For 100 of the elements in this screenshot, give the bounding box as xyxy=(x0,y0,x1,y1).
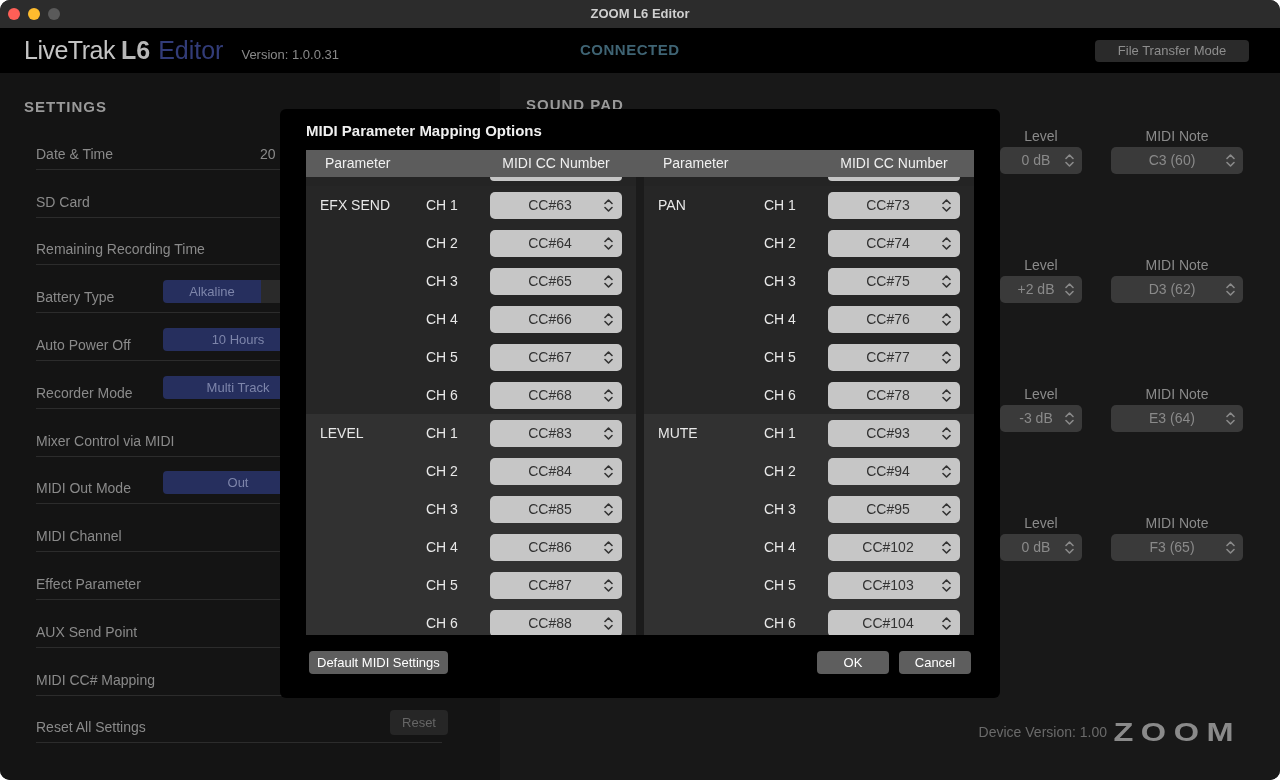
chevron-up-down-icon xyxy=(1065,282,1074,297)
cc-select[interactable]: CC#77 xyxy=(828,343,960,371)
channel-label: CH 4 xyxy=(764,539,796,555)
chevron-up-down-icon xyxy=(604,349,613,365)
cc-select[interactable]: CC#87 xyxy=(490,571,622,599)
window-title: ZOOM L6 Editor xyxy=(590,5,690,24)
channel-label: CH 5 xyxy=(426,577,458,593)
chevron-up-down-icon xyxy=(942,387,951,403)
cc-select[interactable]: CC#103 xyxy=(828,571,960,599)
cc-select[interactable]: CC#102 xyxy=(828,533,960,561)
file-transfer-button[interactable]: File Transfer Mode xyxy=(1095,39,1249,62)
channel-label: CH 5 xyxy=(764,577,796,593)
version-label: Version: 1.0.0.31 xyxy=(241,45,339,64)
chevron-up-down-icon xyxy=(942,235,951,251)
cc-select[interactable]: CC#94 xyxy=(828,457,960,485)
chevron-up-down-icon xyxy=(942,539,951,555)
channel-label: CH 3 xyxy=(764,273,796,289)
app-name: LiveTrak xyxy=(24,34,115,66)
chevron-up-down-icon xyxy=(604,235,613,251)
setting-label: Date & Time xyxy=(36,144,114,163)
chevron-up-down-icon xyxy=(604,615,613,631)
setting-label: AUX Send Point xyxy=(36,622,138,641)
chevron-up-down-icon xyxy=(942,615,951,631)
chevron-up-down-icon xyxy=(1226,411,1235,426)
chevron-up-down-icon xyxy=(942,463,951,479)
close-icon[interactable] xyxy=(8,8,20,20)
chevron-up-down-icon xyxy=(604,197,613,213)
cc-select[interactable]: CC#65 xyxy=(490,267,622,295)
column-header: Parameter xyxy=(662,154,730,173)
parameter-name: PAN xyxy=(658,197,686,213)
channel-label: CH 3 xyxy=(426,273,458,289)
minimize-icon[interactable] xyxy=(28,8,40,20)
chevron-up-down-icon xyxy=(942,311,951,327)
cc-select[interactable]: CC#85 xyxy=(490,495,622,523)
cc-select[interactable]: CC#86 xyxy=(490,533,622,561)
column-header: MIDI CC Number xyxy=(501,154,611,173)
device-version: Device Version: 1.00 xyxy=(978,722,1107,742)
column-header: MIDI CC Number xyxy=(839,154,949,173)
cc-select[interactable]: CC#104 xyxy=(828,609,960,635)
segment-option[interactable]: Alkaline xyxy=(163,280,261,304)
cc-select[interactable]: CC#76 xyxy=(828,305,960,333)
channel-label: CH 3 xyxy=(764,501,796,517)
channel-label: CH 6 xyxy=(426,387,458,403)
chevron-up-down-icon xyxy=(942,577,951,593)
chevron-up-down-icon xyxy=(1226,153,1235,168)
channel-label: CH 2 xyxy=(764,463,796,479)
pad-field-label: MIDI Note xyxy=(1145,385,1209,402)
channel-label: CH 5 xyxy=(764,349,796,365)
chevron-up-down-icon xyxy=(1065,540,1074,555)
cc-select[interactable]: CC#73 xyxy=(828,191,960,219)
cc-select[interactable]: CC#66 xyxy=(490,305,622,333)
cc-select[interactable]: CC#75 xyxy=(828,267,960,295)
channel-label: CH 2 xyxy=(764,235,796,251)
channel-label: CH 1 xyxy=(764,197,796,213)
channel-label: CH 6 xyxy=(764,615,796,631)
cc-select[interactable]: CC#67 xyxy=(490,343,622,371)
chevron-up-down-icon xyxy=(1065,153,1074,168)
setting-value: 20 xyxy=(260,144,276,163)
channel-label: CH 4 xyxy=(426,539,458,555)
channel-label: CH 6 xyxy=(764,387,796,403)
settings-heading: SETTINGS xyxy=(24,97,108,117)
chevron-up-down-icon xyxy=(604,463,613,479)
column-header: Parameter xyxy=(324,154,392,173)
chevron-up-down-icon xyxy=(604,501,613,517)
setting-label: Remaining Recording Time xyxy=(36,240,205,259)
chevron-up-down-icon xyxy=(942,349,951,365)
setting-label: Recorder Mode xyxy=(36,383,133,402)
cc-select[interactable]: CC#74 xyxy=(828,229,960,257)
channel-label: CH 5 xyxy=(426,349,458,365)
cc-select[interactable]: CC#93 xyxy=(828,419,960,447)
cc-select[interactable]: CC#64 xyxy=(490,229,622,257)
pad-field-label: Level xyxy=(1024,127,1058,144)
pad-field-label: MIDI Note xyxy=(1145,256,1209,273)
parameter-name: MUTE xyxy=(658,425,698,441)
chevron-up-down-icon xyxy=(942,197,951,213)
setting-label: Auto Power Off xyxy=(36,336,131,354)
cancel-button[interactable]: Cancel xyxy=(899,651,971,674)
cc-select[interactable]: CC#95 xyxy=(828,495,960,523)
pad-field-label: MIDI Note xyxy=(1145,514,1209,531)
pad-field-label: Level xyxy=(1024,514,1058,531)
chevron-up-down-icon xyxy=(604,425,613,441)
cc-select[interactable]: CC#78 xyxy=(828,381,960,409)
setting-label: MIDI Out Mode xyxy=(36,479,131,498)
pad-field-label: Level xyxy=(1024,256,1058,273)
cc-select[interactable]: CC#83 xyxy=(490,419,622,447)
cc-select[interactable]: CC#68 xyxy=(490,381,622,409)
channel-label: CH 2 xyxy=(426,463,458,479)
chevron-up-down-icon xyxy=(942,273,951,289)
channel-label: CH 3 xyxy=(426,501,458,517)
zoom-logo: ZOOM xyxy=(1113,720,1241,744)
cc-select[interactable]: CC#88 xyxy=(490,609,622,635)
app-model: L6 xyxy=(120,34,151,66)
ok-button[interactable]: OK xyxy=(817,651,889,674)
channel-label: CH 6 xyxy=(426,615,458,631)
cc-select[interactable]: CC#63 xyxy=(490,191,622,219)
chevron-up-down-icon xyxy=(604,577,613,593)
cc-select[interactable]: CC#84 xyxy=(490,457,622,485)
setting-label: Effect Parameter xyxy=(36,574,141,593)
chevron-up-down-icon xyxy=(604,387,613,403)
default-settings-button[interactable]: Default MIDI Settings xyxy=(309,651,448,674)
